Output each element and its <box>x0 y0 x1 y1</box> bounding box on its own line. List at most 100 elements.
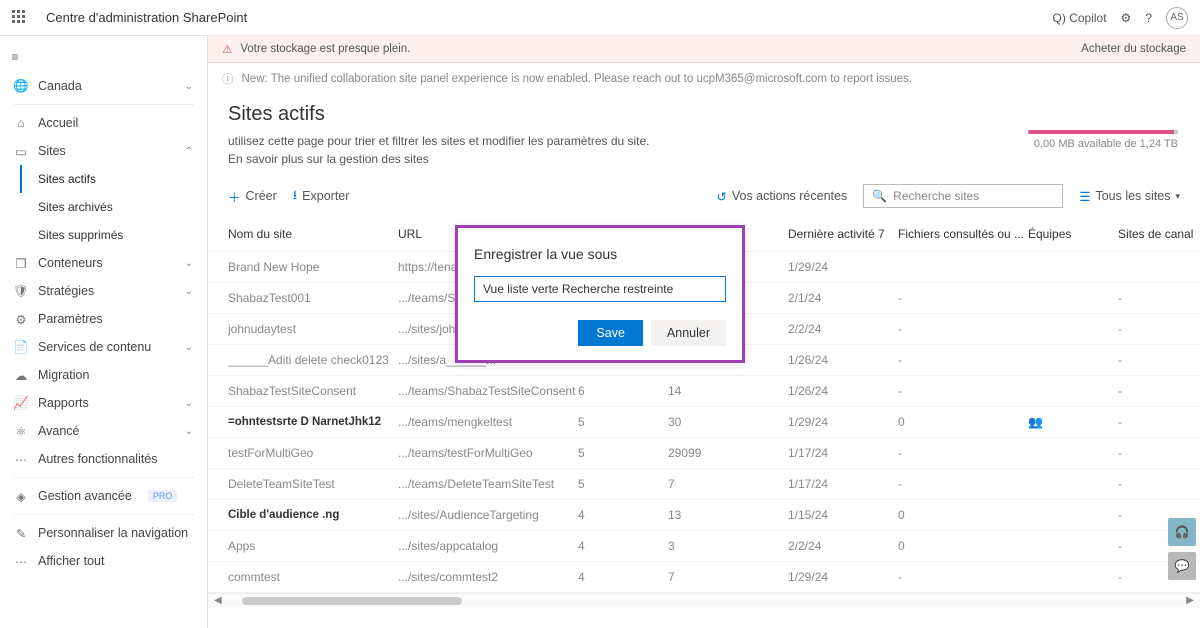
create-button[interactable]: ＋Créer <box>228 187 277 206</box>
cell: 7 <box>668 570 788 584</box>
cell: - <box>1118 353 1200 367</box>
cell: 4 <box>578 570 668 584</box>
nav-sites-deleted[interactable]: Sites supprimés <box>0 221 207 249</box>
cell: =ohntestsrte D NarnetJhk12 <box>228 416 398 428</box>
scroll-thumb[interactable] <box>242 597 462 605</box>
doc-icon: 📄 <box>14 340 28 354</box>
cell: 1/15/24 <box>788 508 898 522</box>
command-bar: ＋Créer ⭳Exporter ↺Vos actions récentes 🔍… <box>208 172 1200 216</box>
nav-migration[interactable]: ☁Migration <box>0 361 207 389</box>
scroll-right-icon[interactable]: ▶ <box>1186 595 1194 606</box>
cell: 2/1/24 <box>788 291 898 305</box>
table-row[interactable]: commtest.../sites/commtest2471/29/24-- <box>208 562 1200 593</box>
view-name-input[interactable] <box>474 276 726 302</box>
view-selector[interactable]: ☰Tous les sites ▾ <box>1079 189 1180 204</box>
chart-icon: 📈 <box>14 396 28 410</box>
headset-icon[interactable]: 🎧 <box>1168 518 1196 546</box>
cell: 5 <box>578 446 668 460</box>
col-files[interactable]: Fichiers consultés ou ... <box>898 227 1028 241</box>
help-icon[interactable]: ? <box>1145 11 1152 25</box>
copilot-link[interactable]: Q) Copilot <box>1053 11 1107 25</box>
cancel-button[interactable]: Annuler <box>651 320 726 346</box>
nav-settings[interactable]: ⚙Paramètres <box>0 305 207 333</box>
cell: Apps <box>228 539 398 553</box>
cell: 4 <box>578 539 668 553</box>
col-channel[interactable]: Sites de canal <box>1118 227 1200 241</box>
shield-icon: 🛡 <box>14 284 28 298</box>
cell: - <box>898 353 1028 367</box>
table-row[interactable]: =ohntestsrte D NarnetJhk12.../teams/meng… <box>208 407 1200 438</box>
cell: - <box>898 446 1028 460</box>
info-banner: ⓘ New: The unified collaboration site pa… <box>208 63 1200 95</box>
info-icon: ⓘ <box>222 71 234 87</box>
nav-reports[interactable]: 📈Rapports⌄ <box>0 389 207 417</box>
pencil-icon: ✎ <box>14 526 28 540</box>
tenant-switcher[interactable]: 🌐 Canada ⌄ <box>0 72 207 100</box>
nav-advanced[interactable]: ⚛Avancé⌄ <box>0 417 207 445</box>
save-button[interactable]: Save <box>578 320 643 346</box>
cell: 2/2/24 <box>788 322 898 336</box>
buy-storage-link[interactable]: Acheter du stockage <box>1081 43 1186 55</box>
cell: - <box>898 384 1028 398</box>
home-icon: ⌂ <box>14 116 28 130</box>
cell: 7 <box>668 477 788 491</box>
search-placeholder: Recherche sites <box>893 189 979 203</box>
cell: DeleteTeamSiteTest <box>228 477 398 491</box>
scroll-left-icon[interactable]: ◀ <box>214 595 222 606</box>
cell: - <box>898 570 1028 584</box>
app-launcher-icon[interactable] <box>12 10 28 26</box>
nav-home[interactable]: ⌂ Accueil <box>0 109 207 137</box>
nav-containers[interactable]: ❐Conteneurs⌄ <box>0 249 207 277</box>
account-avatar[interactable]: AS <box>1166 7 1188 29</box>
chevron-down-icon: ⌄ <box>185 258 193 269</box>
cell: commtest <box>228 570 398 584</box>
cell: 1/26/24 <box>788 353 898 367</box>
col-name[interactable]: Nom du site <box>228 227 398 241</box>
feedback-icon[interactable]: 💬 <box>1168 552 1196 580</box>
nav-advanced-mgmt[interactable]: ◈Gestion avancéePRO <box>0 482 207 510</box>
cell: .../teams/mengkeltest <box>398 415 578 429</box>
learn-more-link[interactable]: En savoir plus sur la gestion des sites <box>228 152 429 166</box>
save-view-dialog: Enregistrer la vue sous Save Annuler <box>455 225 745 363</box>
cell: 3 <box>668 539 788 553</box>
nav-more-features[interactable]: ⋯Autres fonctionnalités <box>0 445 207 473</box>
chevron-down-icon: ⌄ <box>185 342 193 353</box>
recent-actions-button[interactable]: ↺Vos actions récentes <box>716 189 847 204</box>
nav-policies[interactable]: 🛡Stratégies⌄ <box>0 277 207 305</box>
cell: 1/29/24 <box>788 570 898 584</box>
nav-sites-active[interactable]: Sites actifs <box>20 165 207 193</box>
cell: 1/17/24 <box>788 446 898 460</box>
nav-sites[interactable]: ▭ Sites ⌃ <box>0 137 207 165</box>
col-activity[interactable]: Dernière activité 7 <box>788 227 898 241</box>
cell: 0 <box>898 508 1028 522</box>
cell: 30 <box>668 415 788 429</box>
chevron-down-icon: ⌄ <box>185 426 193 437</box>
storage-text: 0,00 MB available de 1,24 TB <box>1034 138 1178 150</box>
storage-warning-banner: ⚠ Votre stockage est presque plein. Ache… <box>208 36 1200 63</box>
col-teams[interactable]: Équipes <box>1028 227 1118 241</box>
nav-customize[interactable]: ✎Personnaliser la navigation <box>0 519 207 547</box>
table-row[interactable]: ShabazTestSiteConsent.../teams/ShabazTes… <box>208 376 1200 407</box>
cell: - <box>1118 291 1200 305</box>
nav-sites-archived[interactable]: Sites archivés <box>0 193 207 221</box>
cell: testForMultiGeo <box>228 446 398 460</box>
right-rail: 🎧 💬 <box>1168 518 1196 580</box>
horizontal-scrollbar[interactable]: ◀ ▶ <box>208 593 1200 607</box>
cell: - <box>1118 322 1200 336</box>
export-button[interactable]: ⭳Exporter <box>293 186 350 207</box>
nav-show-all[interactable]: ⋯Afficher tout <box>0 547 207 575</box>
cell: 5 <box>578 477 668 491</box>
settings-icon[interactable]: ⚙ <box>1121 11 1132 25</box>
nav-content-services[interactable]: 📄Services de contenu⌄ <box>0 333 207 361</box>
cell: - <box>1118 446 1200 460</box>
teams-icon: 👥 <box>1028 415 1042 429</box>
nav-collapse-icon[interactable]: ≡ <box>0 42 30 72</box>
table-row[interactable]: testForMultiGeo.../teams/testForMultiGeo… <box>208 438 1200 469</box>
table-row[interactable]: Apps.../sites/appcatalog432/2/240- <box>208 531 1200 562</box>
table-row[interactable]: Cible d'audience .ng.../sites/AudienceTa… <box>208 500 1200 531</box>
cell: - <box>898 477 1028 491</box>
cell: 5 <box>578 415 668 429</box>
search-input[interactable]: 🔍 Recherche sites <box>863 184 1063 208</box>
diamond-icon: ◈ <box>14 489 28 503</box>
table-row[interactable]: DeleteTeamSiteTest.../teams/DeleteTeamSi… <box>208 469 1200 500</box>
